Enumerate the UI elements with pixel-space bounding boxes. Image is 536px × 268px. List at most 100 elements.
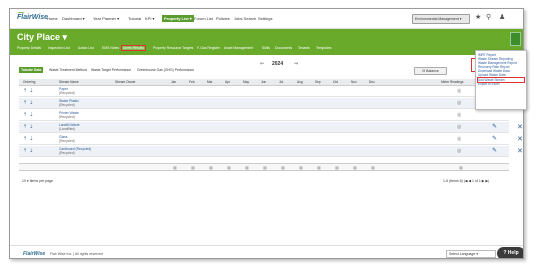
col-nov: Nov (351, 80, 357, 84)
meter-readings-icon[interactable]: ◎ (457, 100, 461, 106)
delete-icon[interactable]: ✕ (517, 123, 523, 131)
nav-dashboard[interactable]: Dashboard ▾ (62, 16, 85, 21)
col-feb: Feb (189, 80, 195, 84)
tab-tabular-data[interactable]: Tabular Data (19, 67, 44, 73)
nav-forum-list[interactable]: Forum List (194, 16, 213, 21)
col-stream-owner[interactable]: Stream Owner (115, 80, 136, 84)
col-ordering: Ordering (23, 80, 36, 84)
table-row: ⇡⇣ Glass (Recycled) ◎ ✎ ✕ (19, 134, 523, 145)
language-select[interactable]: Select Language ▾ (446, 250, 496, 258)
table-header: Ordering Stream Name Stream Owner Jan Fe… (19, 79, 509, 86)
nav-tutorial[interactable]: Tutorial (128, 16, 141, 21)
star-icon[interactable]: ★ (475, 14, 481, 22)
calculator-icon[interactable]: ▦ (209, 165, 213, 170)
col-mar: Mar (207, 80, 213, 84)
meter-readings-icon[interactable]: ◎ (457, 148, 461, 154)
subnav-templates[interactable]: Templates (316, 46, 331, 50)
move-arrows-icon[interactable]: ⇡⇣ (23, 100, 35, 106)
calculator-icon[interactable]: ▦ (353, 165, 357, 170)
edit-icon[interactable]: ✎ (492, 123, 497, 130)
help-button[interactable]: ? Help (497, 247, 523, 258)
meter-readings-icon[interactable]: ◎ (457, 124, 461, 130)
nav-home[interactable]: Home (47, 16, 58, 21)
items-per-page[interactable]: 10 ▾ Items per page (22, 179, 53, 183)
footer: FlairWise Flair Wise Inc. | All rights r… (10, 245, 523, 258)
delete-icon[interactable]: ✕ (517, 147, 523, 155)
stream-name-link[interactable]: Waste Plastic (Recycled) (59, 99, 79, 107)
subnav-skills[interactable]: Skills (262, 46, 270, 50)
actions-dropdown-menu: IMRT Report Waste Stream Reporting Waste… (475, 50, 527, 110)
subnav-property-resource-targets[interactable]: Property Resource Targets (153, 46, 193, 50)
nav-policies[interactable]: Policies (216, 16, 230, 21)
calculator-icon[interactable]: ▦ (227, 165, 231, 170)
stream-name-link[interactable]: Cardboard (Recycled) (Recycled) (59, 147, 91, 155)
edit-icon[interactable]: ✎ (492, 135, 497, 142)
search-icon[interactable]: ⚲ (486, 14, 491, 22)
calculator-icon[interactable]: ▦ (335, 165, 339, 170)
meter-readings-icon[interactable]: ◎ (457, 136, 461, 142)
property-subnav: Property Details Inspection List Action … (17, 45, 457, 53)
footer-copyright: Flair Wise Inc. | All rights reserved (50, 252, 103, 256)
subnav-inspection-list[interactable]: Inspection List (48, 46, 70, 50)
move-arrows-icon[interactable]: ⇡⇣ (23, 112, 35, 118)
col-oct: Oct (333, 80, 338, 84)
edit-icon[interactable]: ✎ (492, 147, 497, 154)
calculator-icon[interactable]: ▦ (459, 165, 463, 170)
calculator-icon[interactable]: ▦ (299, 165, 303, 170)
col-dec: Dec (369, 80, 375, 84)
tab-ghg-performance[interactable]: Greenhouse Gas (GHG) Performance (135, 67, 196, 73)
meter-readings-icon[interactable]: ◎ (457, 112, 461, 118)
tab-waste-target-performance[interactable]: Waste Target Performance (89, 67, 133, 73)
col-stream-name[interactable]: Stream Name (59, 80, 79, 84)
stream-name-link[interactable]: Landfill Waste (Landfilled) (59, 123, 80, 131)
menu-export-to-excel[interactable]: Export to Excel (478, 82, 524, 86)
delete-icon[interactable]: ✕ (517, 135, 523, 143)
top-navigation: FlairWise Home Dashboard ▾ Year Planner … (10, 9, 523, 29)
nav-property-list[interactable]: Property List ▾ (162, 15, 194, 22)
nav-jobs-search[interactable]: Jobs Search (234, 16, 256, 21)
organisation-select[interactable]: Environmental Management ▾ (412, 14, 470, 24)
view-tabs: Tabular Data Waste Treatment Method Wast… (19, 67, 439, 75)
calculator-icon[interactable]: ▦ (191, 165, 195, 170)
subnav-alerts-results[interactable]: Alerts Results (121, 45, 146, 51)
stream-name-link[interactable]: Glass (Recycled) (59, 135, 75, 143)
subnav-fgas-register[interactable]: F-Gas Register (197, 46, 220, 50)
nav-settings[interactable]: Settings (258, 16, 272, 21)
calculator-icon[interactable]: ▦ (245, 165, 249, 170)
table-row: ⇡⇣ Paper (Recycled) ◎ (19, 86, 509, 97)
property-header: City Place ▾ Property Details Inspection… (10, 29, 523, 55)
col-sep: Sep (315, 80, 321, 84)
tab-waste-treatment-method[interactable]: Waste Treatment Method (47, 67, 89, 73)
calculator-icon[interactable]: ▦ (173, 165, 177, 170)
calculator-icon[interactable]: ▦ (371, 165, 375, 170)
subnav-ems-notes[interactable]: EMS Notes (102, 46, 119, 50)
page-title[interactable]: City Place ▾ (17, 32, 67, 43)
col-aug: Aug (297, 80, 303, 84)
move-arrows-icon[interactable]: ⇡⇣ (23, 136, 35, 142)
subnav-documents[interactable]: Documents (275, 46, 292, 50)
user-add-icon[interactable]: ♟ (499, 14, 505, 22)
nav-year-planner[interactable]: Year Planner ▾ (93, 16, 119, 21)
subnav-tenants[interactable]: Tenants (298, 46, 310, 50)
move-arrows-icon[interactable]: ⇡⇣ (23, 148, 35, 154)
move-arrows-icon[interactable]: ⇡⇣ (23, 88, 35, 94)
meter-readings-icon[interactable]: ◎ (457, 88, 461, 94)
calculator-icon[interactable]: ▦ (317, 165, 321, 170)
calculator-icon[interactable]: ▦ (281, 165, 285, 170)
qr-code-icon[interactable] (510, 32, 521, 46)
app-logo[interactable]: FlairWise (17, 14, 48, 21)
col-meter-readings: Meter Readings (441, 80, 464, 84)
pagination[interactable]: 1-6 (Items 6) |◀ ◀ 1 of 1 ▶ ▶| (443, 179, 489, 183)
stream-name-link[interactable]: Paper (Recycled) (59, 87, 75, 95)
nav-kpi[interactable]: KPI ▾ (145, 16, 155, 21)
stream-name-link[interactable]: Printer Waste (Recycled) (59, 111, 79, 119)
table-row: ⇡⇣ Cardboard (Recycled) (Recycled) ◎ ✎ ✕ (19, 146, 523, 157)
balance-button[interactable]: ⊟ Balance (414, 67, 447, 75)
col-jun: Jun (261, 80, 267, 84)
calculator-icon[interactable]: ▦ (263, 165, 267, 170)
subnav-action-list[interactable]: Action List (78, 46, 94, 50)
subnav-asset-management[interactable]: Asset Management (224, 46, 253, 50)
col-may: May (243, 80, 250, 84)
subnav-property-details[interactable]: Property Details (17, 46, 41, 50)
move-arrows-icon[interactable]: ⇡⇣ (23, 124, 35, 130)
